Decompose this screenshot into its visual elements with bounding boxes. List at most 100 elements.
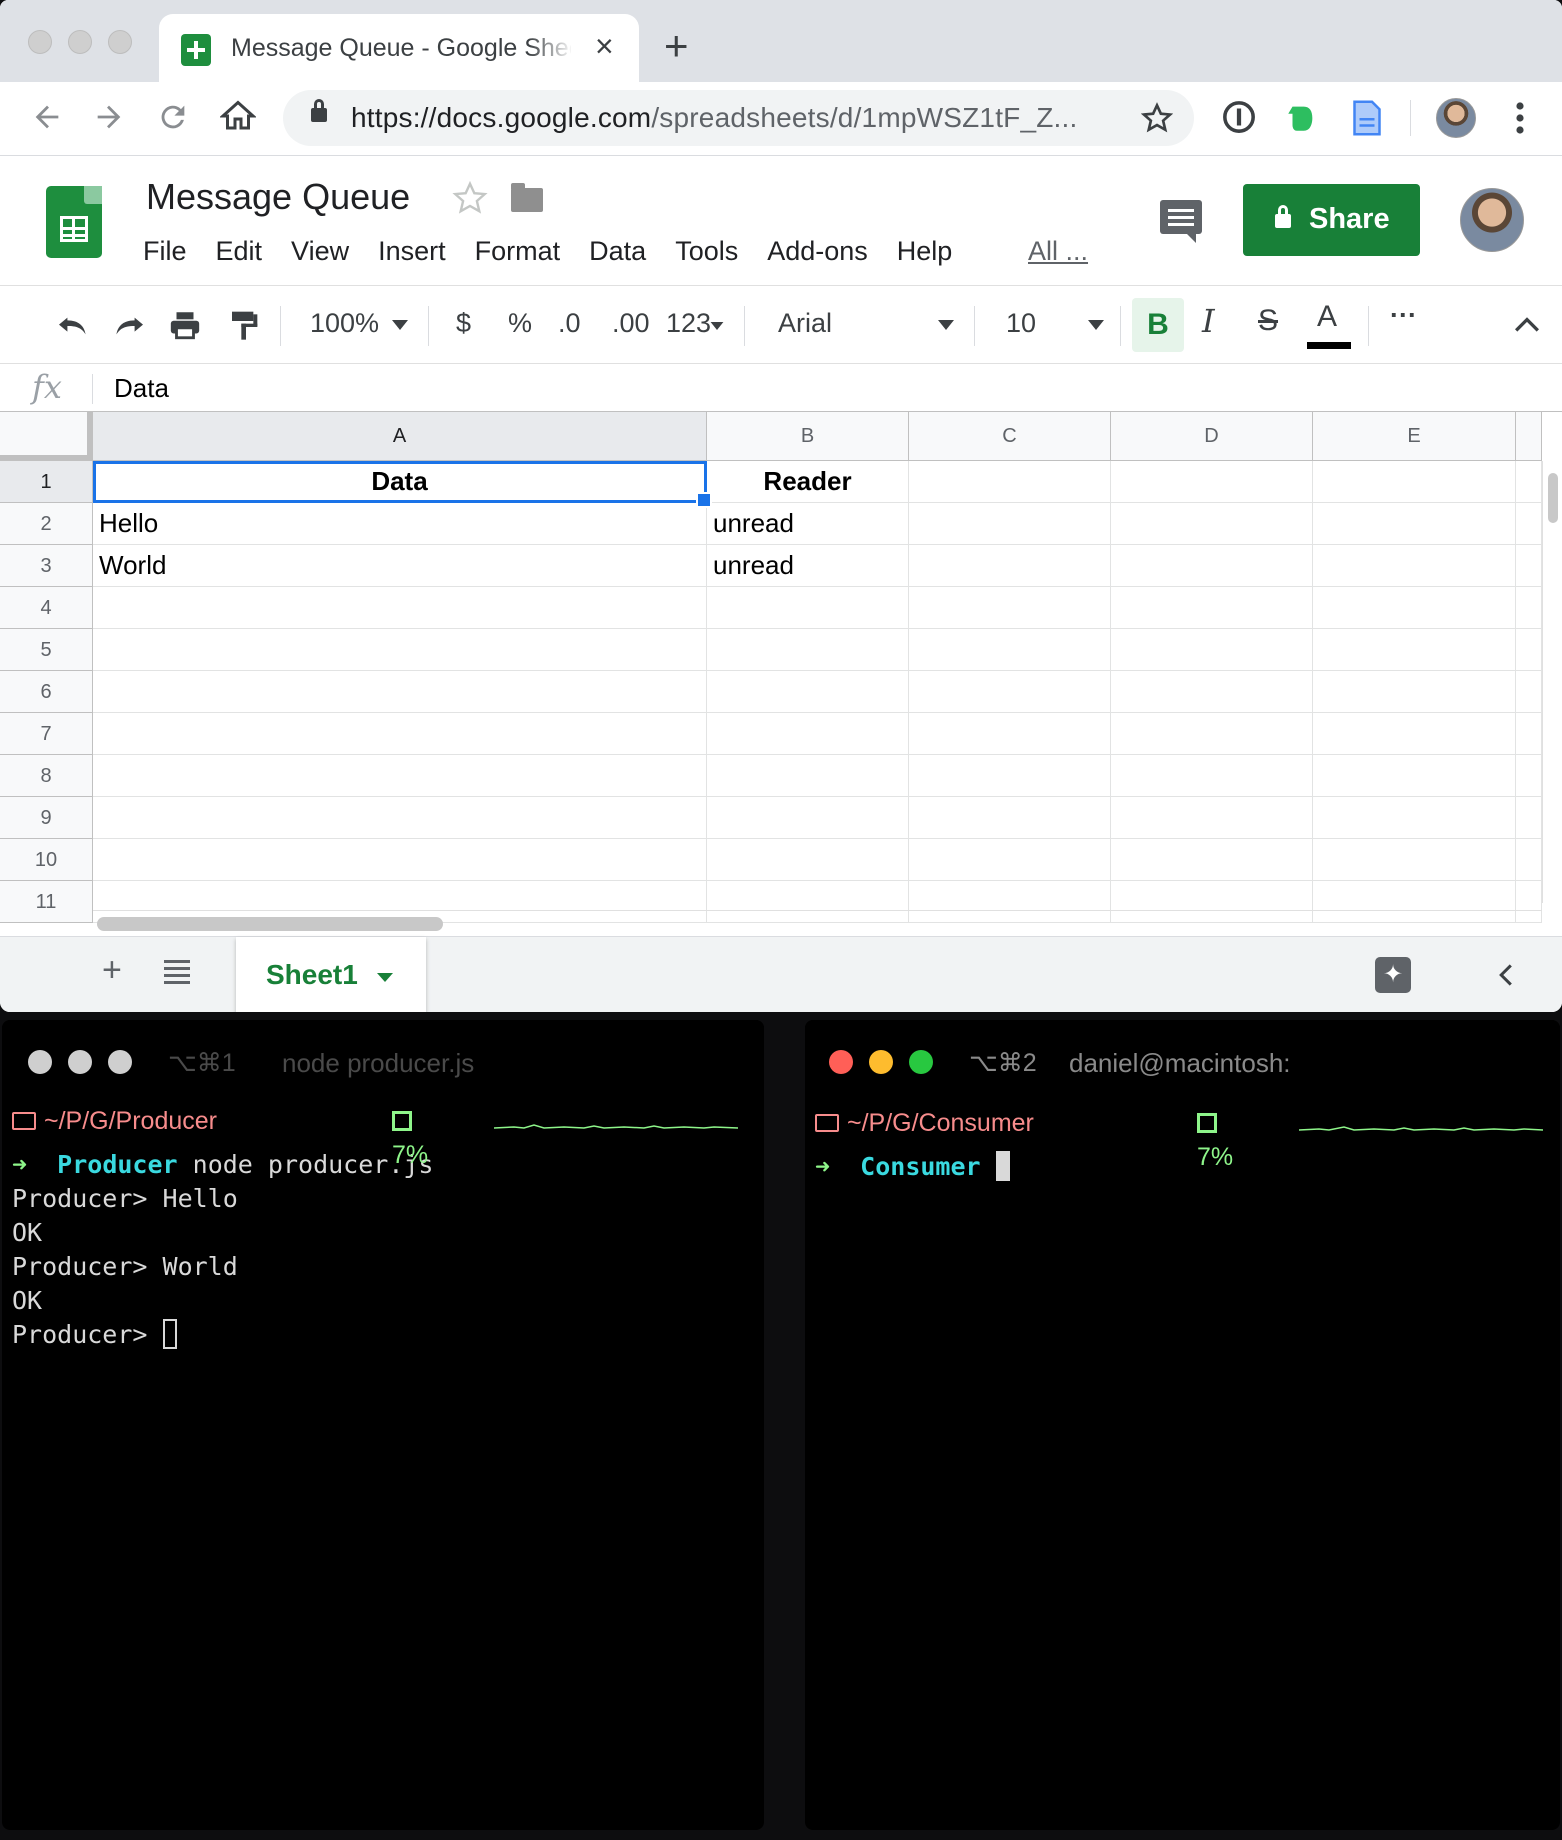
add-sheet-button[interactable]: + — [102, 951, 122, 990]
cell-b7[interactable] — [707, 713, 909, 755]
vertical-scroll-thumb[interactable] — [1548, 473, 1558, 523]
cell-d3[interactable] — [1111, 545, 1313, 587]
print-icon[interactable] — [168, 308, 202, 342]
document-title[interactable]: Message Queue — [146, 176, 410, 218]
row-header[interactable]: 5 — [0, 629, 93, 671]
back-arrow-icon[interactable] — [30, 100, 64, 134]
url-text[interactable]: https://docs.google.com/spreadsheets/d/1… — [351, 102, 1078, 134]
bold-button[interactable]: B — [1132, 298, 1184, 352]
cell-b5[interactable] — [707, 629, 909, 671]
cell-b8[interactable] — [707, 755, 909, 797]
strikethrough-button[interactable]: S — [1258, 304, 1278, 338]
decrease-decimal-button[interactable]: .0 — [558, 308, 581, 339]
menu-format[interactable]: Format — [475, 236, 561, 267]
cell-d1[interactable] — [1111, 461, 1313, 503]
zoom-select[interactable]: 100% — [310, 308, 379, 339]
menu-edit[interactable]: Edit — [216, 236, 263, 267]
cell-e5[interactable] — [1313, 629, 1516, 671]
account-avatar[interactable] — [1460, 188, 1524, 252]
menu-insert[interactable]: Insert — [378, 236, 446, 267]
currency-format-button[interactable]: $ — [456, 308, 471, 339]
cell-b1[interactable]: Reader — [707, 461, 909, 503]
terminal-zoom-button[interactable] — [909, 1050, 933, 1074]
star-icon[interactable] — [452, 180, 488, 216]
cell-e4[interactable] — [1313, 587, 1516, 629]
forward-arrow-icon[interactable] — [92, 100, 126, 134]
browser-menu-icon[interactable] — [1508, 100, 1532, 136]
redo-icon[interactable] — [112, 312, 146, 340]
column-header-d[interactable]: D — [1111, 412, 1313, 461]
browser-tab[interactable]: Message Queue - Google Sheets × — [159, 14, 639, 82]
column-header-b[interactable]: B — [707, 412, 909, 461]
reload-icon[interactable] — [156, 100, 190, 134]
cell-a8[interactable] — [93, 755, 707, 797]
italic-button[interactable]: I — [1202, 302, 1215, 340]
window-close-button[interactable] — [28, 30, 52, 54]
current-prompt-line[interactable]: ➜ Consumer — [815, 1150, 1034, 1184]
font-size-select[interactable]: 10 — [1006, 308, 1036, 339]
column-header-a[interactable]: A — [93, 412, 707, 461]
cell-d7[interactable] — [1111, 713, 1313, 755]
undo-icon[interactable] — [56, 312, 90, 340]
terminal-output[interactable]: ~/P/G/Consumer 7% ➜ Consumer — [815, 1106, 1543, 1184]
sheet-tab-dropdown-icon[interactable] — [377, 973, 393, 982]
select-all-corner[interactable] — [0, 412, 93, 461]
sheets-logo-icon[interactable] — [46, 186, 102, 258]
text-color-button[interactable]: A — [1317, 300, 1337, 334]
terminal-close-button[interactable] — [28, 1050, 52, 1074]
more-formats-button[interactable]: 123 — [666, 308, 711, 339]
cell-c10[interactable] — [909, 839, 1111, 881]
window-minimize-button[interactable] — [68, 30, 92, 54]
all-sheets-list-icon[interactable] — [164, 967, 190, 970]
cell-d10[interactable] — [1111, 839, 1313, 881]
cell-c7[interactable] — [909, 713, 1111, 755]
last-edit-link[interactable]: All ... — [1028, 236, 1088, 267]
row-header[interactable]: 10 — [0, 839, 93, 881]
row-header[interactable]: 8 — [0, 755, 93, 797]
share-button[interactable]: Share — [1243, 184, 1420, 256]
cell-c2[interactable] — [909, 503, 1111, 545]
row-header[interactable]: 11 — [0, 881, 93, 923]
menu-help[interactable]: Help — [897, 236, 953, 267]
horizontal-scrollbar[interactable] — [93, 910, 1542, 936]
explore-icon[interactable]: ✦ — [1375, 957, 1411, 993]
cell-a2[interactable]: Hello — [93, 503, 707, 545]
percent-format-button[interactable]: % — [508, 308, 532, 339]
row-header[interactable]: 2 — [0, 503, 93, 545]
menu-tools[interactable]: Tools — [675, 236, 738, 267]
formats-dropdown-icon[interactable] — [710, 322, 724, 330]
home-icon[interactable] — [220, 98, 256, 134]
docs-extension-icon[interactable] — [1352, 100, 1382, 136]
evernote-icon[interactable] — [1284, 100, 1318, 136]
row-header[interactable]: 1 — [0, 461, 93, 503]
current-prompt-line[interactable]: Producer> — [12, 1318, 433, 1352]
cell-e8[interactable] — [1313, 755, 1516, 797]
cell-c3[interactable] — [909, 545, 1111, 587]
menu-addons[interactable]: Add-ons — [767, 236, 868, 267]
font-family-select[interactable]: Arial — [778, 308, 832, 339]
cell-a4[interactable] — [93, 587, 707, 629]
row-header[interactable]: 9 — [0, 797, 93, 839]
side-panel-chevron-icon[interactable] — [1497, 963, 1515, 987]
cell-e1[interactable] — [1313, 461, 1516, 503]
cell-c8[interactable] — [909, 755, 1111, 797]
bookmark-star-icon[interactable] — [1141, 102, 1173, 134]
cell-c1[interactable] — [909, 461, 1111, 503]
terminal-minimize-button[interactable] — [68, 1050, 92, 1074]
row-header[interactable]: 6 — [0, 671, 93, 713]
cell-d9[interactable] — [1111, 797, 1313, 839]
menu-view[interactable]: View — [291, 236, 349, 267]
terminal-zoom-button[interactable] — [108, 1050, 132, 1074]
cell-d5[interactable] — [1111, 629, 1313, 671]
cell-e10[interactable] — [1313, 839, 1516, 881]
more-toolbar-button[interactable]: ··· — [1390, 300, 1417, 331]
row-header[interactable]: 7 — [0, 713, 93, 755]
comments-icon[interactable] — [1160, 200, 1202, 243]
cell-d2[interactable] — [1111, 503, 1313, 545]
address-bar[interactable]: https://docs.google.com/spreadsheets/d/1… — [283, 90, 1194, 146]
move-to-folder-icon[interactable] — [511, 183, 543, 212]
paint-format-icon[interactable] — [228, 308, 260, 342]
terminal-close-button[interactable] — [829, 1050, 853, 1074]
vertical-scrollbar[interactable] — [1542, 461, 1562, 903]
cell-b9[interactable] — [707, 797, 909, 839]
